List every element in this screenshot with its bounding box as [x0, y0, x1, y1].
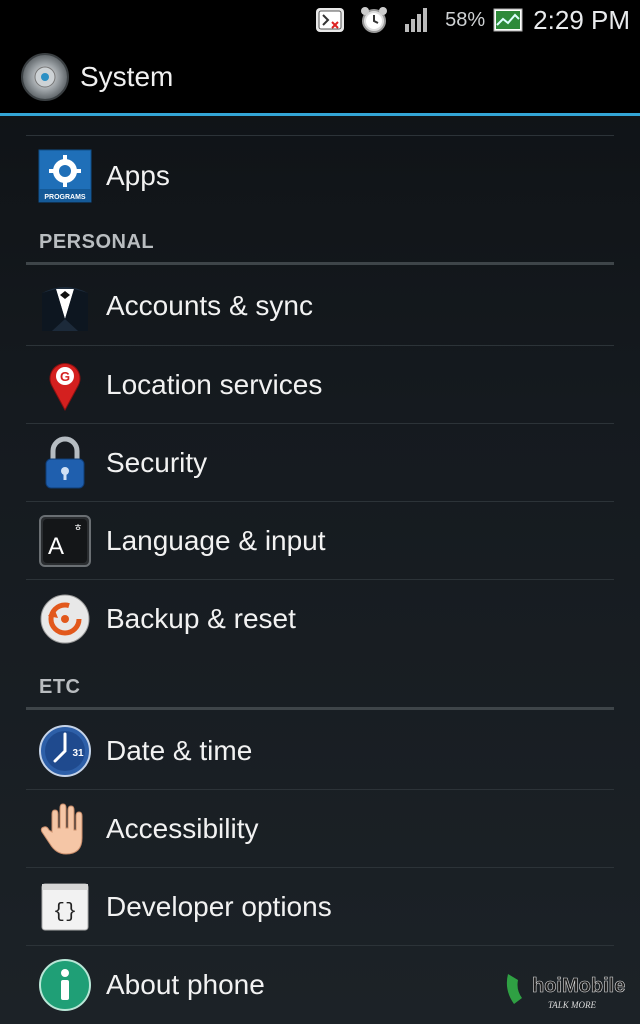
settings-item-date-time[interactable]: 31 Date & time: [0, 712, 640, 790]
section-header-personal: PERSONAL: [39, 231, 155, 253]
watermark-tagline: TALK MORE: [548, 1000, 597, 1010]
alarm-clock-icon: [359, 5, 389, 35]
settings-item-location-services[interactable]: G Location services: [0, 346, 640, 424]
apps-programs-icon: PROGRAMS: [38, 149, 92, 203]
action-bar: System: [0, 40, 640, 116]
settings-item-accounts-sync[interactable]: Accounts & sync: [0, 267, 640, 345]
settings-disc-icon[interactable]: [20, 52, 70, 102]
hand-icon: [38, 802, 92, 856]
svg-text:ㅎ: ㅎ: [73, 523, 82, 534]
settings-item-label: Accounts & sync: [106, 290, 313, 321]
settings-item-developer-options[interactable]: {} Developer options: [0, 868, 640, 946]
tuxedo-icon: [38, 279, 92, 333]
screen: 58% 2:29 PM System PROGRAMS Apps PERSONA…: [0, 0, 640, 1024]
svg-text:PROGRAMS: PROGRAMS: [44, 194, 86, 201]
settings-item-apps[interactable]: PROGRAMS Apps: [0, 137, 640, 215]
settings-item-label: Backup & reset: [106, 603, 296, 634]
section-header-etc: ETC: [39, 676, 81, 698]
watermark-brand: hoiMobile: [532, 975, 625, 997]
battery-icon: [493, 7, 523, 33]
settings-item-backup-reset[interactable]: Backup & reset: [0, 580, 640, 658]
settings-item-label: Accessibility: [106, 813, 259, 844]
settings-item-label: Date & time: [106, 735, 253, 766]
divider: [26, 135, 614, 136]
battery-percent: 58%: [445, 8, 486, 31]
settings-item-label: Security: [106, 447, 208, 478]
clock-calendar-icon: 31: [38, 724, 92, 778]
clock-time: 2:29 PM: [533, 4, 630, 35]
settings-item-accessibility[interactable]: Accessibility: [0, 790, 640, 868]
watermark-logo: hoiMobile TALK MORE: [502, 964, 632, 1016]
backup-restore-icon: [38, 592, 92, 646]
svg-text:31: 31: [72, 748, 84, 759]
status-bar: 58% 2:29 PM: [0, 0, 640, 40]
keyboard-key-icon: A ㅎ: [38, 514, 92, 568]
padlock-icon: [38, 436, 92, 490]
info-icon: [38, 958, 92, 1012]
debug-icon: [315, 6, 345, 34]
section-divider: [26, 262, 614, 265]
svg-text:A: A: [48, 533, 64, 560]
svg-text:G: G: [60, 369, 70, 384]
settings-item-label: About phone: [106, 969, 265, 1000]
location-pin-icon: G: [38, 358, 92, 412]
settings-item-label: Location services: [106, 369, 323, 400]
signal-icon: [403, 6, 431, 34]
page-title: System: [80, 60, 174, 92]
settings-item-label: Language & input: [106, 525, 326, 556]
developer-braces-icon: {}: [38, 880, 92, 934]
settings-item-language-input[interactable]: A ㅎ Language & input: [0, 502, 640, 580]
svg-text:{}: {}: [53, 901, 77, 924]
settings-item-security[interactable]: Security: [0, 424, 640, 502]
settings-item-label: Developer options: [106, 891, 332, 922]
section-divider: [26, 707, 614, 710]
settings-item-label: Apps: [106, 160, 170, 191]
